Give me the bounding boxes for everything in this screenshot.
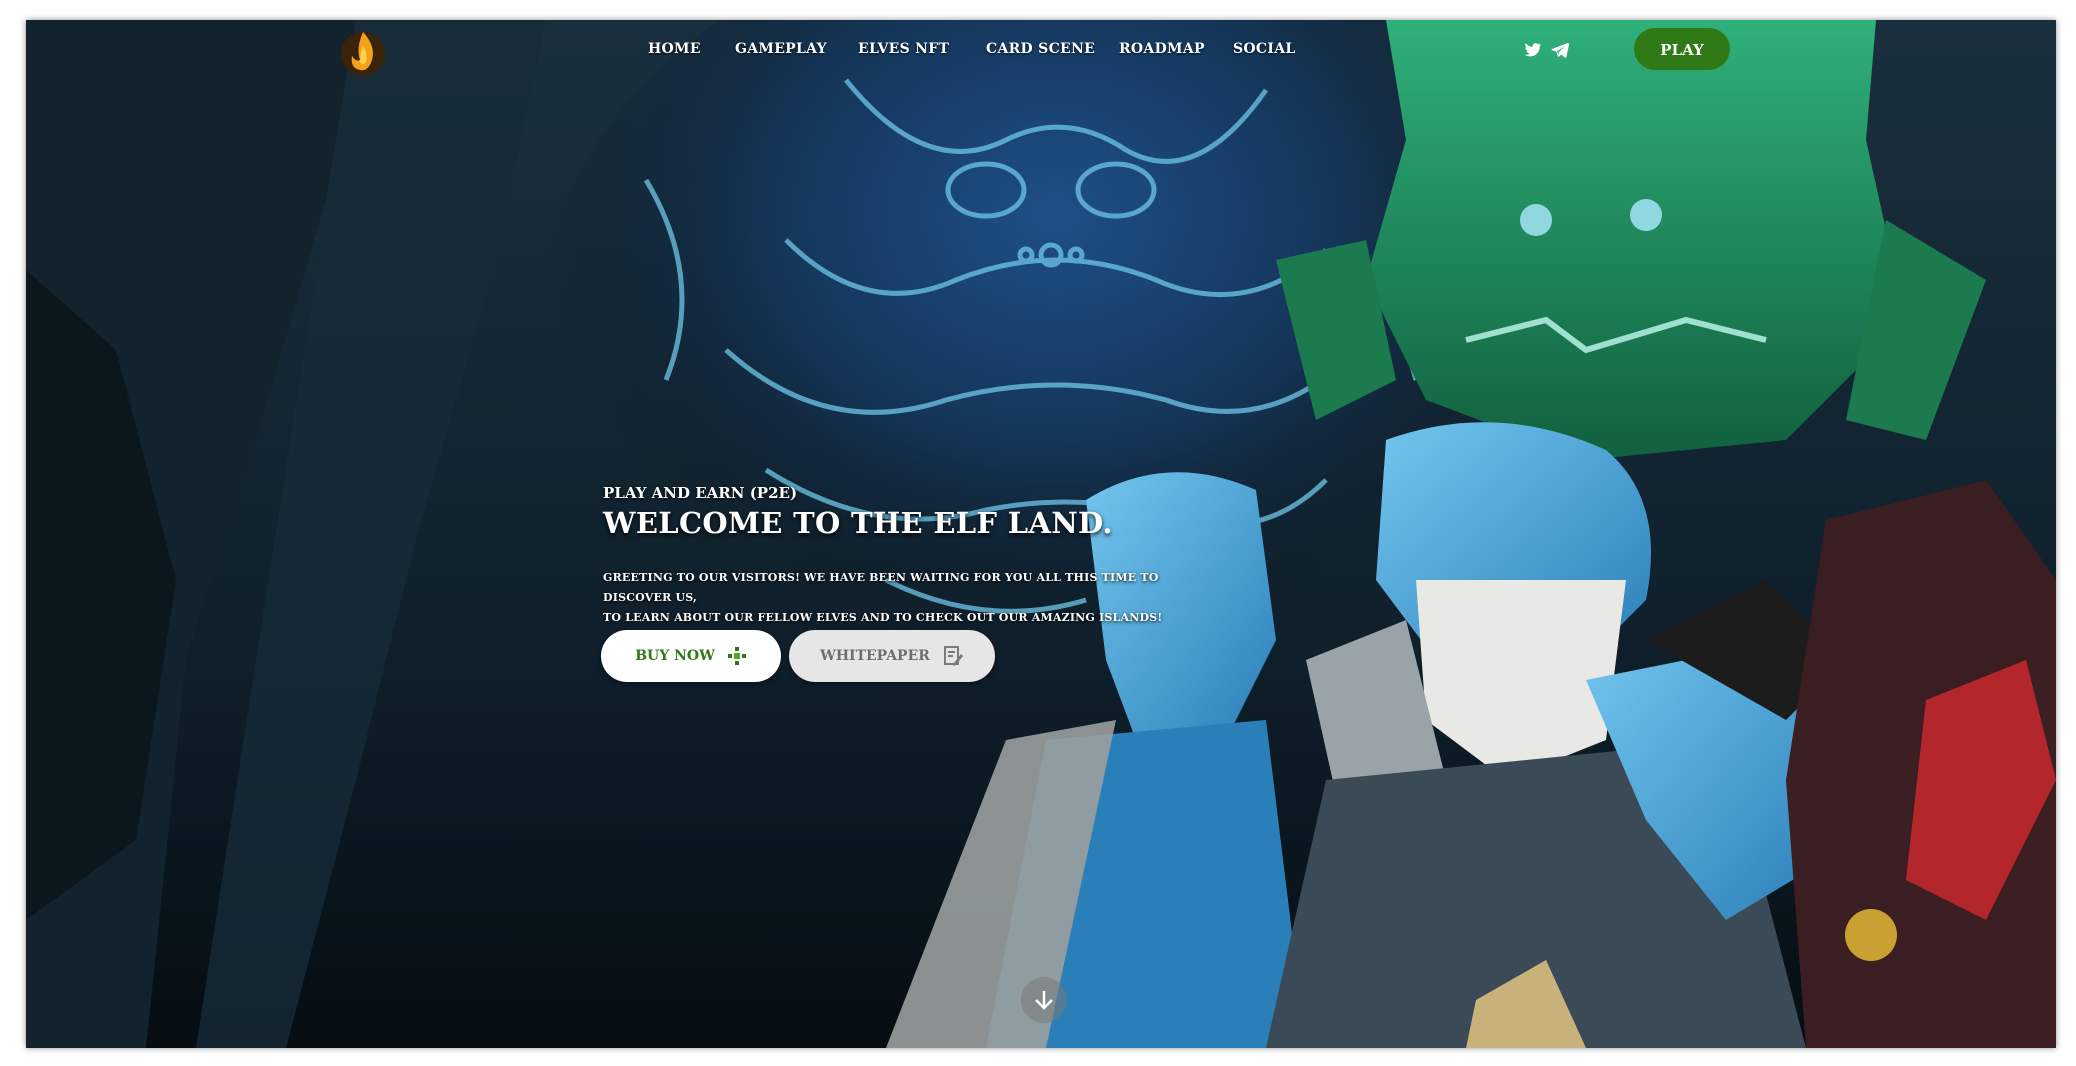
- hero-description: GREETING TO OUR VISITORS! WE HAVE BEEN W…: [603, 568, 1203, 628]
- telegram-icon[interactable]: [1550, 40, 1570, 60]
- nav-item-roadmap[interactable]: ROADMAP: [1119, 36, 1205, 62]
- document-edit-icon: [943, 646, 963, 666]
- nav-item-elves-nft[interactable]: ELVES NFT: [858, 36, 949, 62]
- main-navbar: HOME GAMEPLAY ELVES NFT CARD SCENE ROADM…: [26, 20, 2056, 82]
- nav-item-card-scene[interactable]: CARD SCENE: [986, 36, 1095, 62]
- nav-item-social[interactable]: SOCIAL: [1233, 36, 1296, 62]
- hero-title: WELCOME TO THE ELF LAND.: [603, 506, 1113, 540]
- whitepaper-label: WHITEPAPER: [820, 648, 930, 664]
- play-button[interactable]: PLAY: [1634, 28, 1730, 70]
- twitter-icon[interactable]: [1522, 40, 1542, 60]
- buy-now-label: BUY NOW: [635, 648, 715, 664]
- nav-item-gameplay[interactable]: GAMEPLAY: [735, 36, 827, 62]
- scroll-down-button[interactable]: [1021, 977, 1067, 1023]
- whitepaper-button[interactable]: WHITEPAPER: [789, 630, 995, 682]
- flame-logo-icon[interactable]: [338, 24, 388, 78]
- arrow-down-icon: [1035, 991, 1053, 1010]
- buy-now-button[interactable]: BUY NOW: [601, 630, 781, 682]
- hero-description-line: TO LEARN ABOUT OUR FELLOW ELVES AND TO C…: [603, 611, 1163, 624]
- sparkle-icon: [727, 647, 746, 665]
- hero-tagline: PLAY AND EARN (P2E): [603, 484, 798, 502]
- page-frame: HOME GAMEPLAY ELVES NFT CARD SCENE ROADM…: [26, 20, 2056, 1048]
- hero-description-line: GREETING TO OUR VISITORS! WE HAVE BEEN W…: [603, 571, 1159, 604]
- nav-item-home[interactable]: HOME: [648, 36, 701, 62]
